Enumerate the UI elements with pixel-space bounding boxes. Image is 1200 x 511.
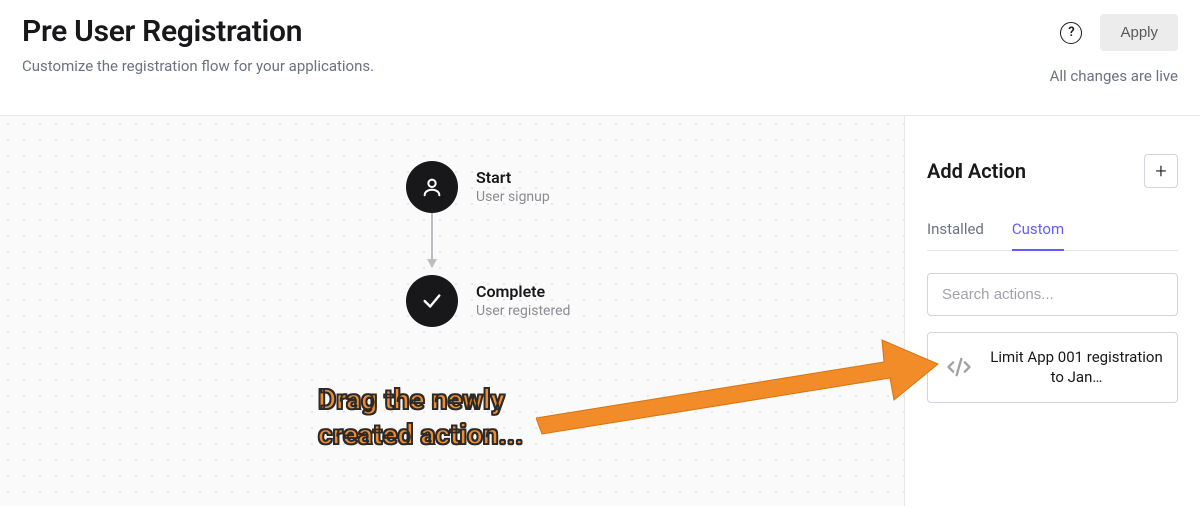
header-right: ? Apply All changes are live	[1050, 14, 1178, 85]
action-card[interactable]: Limit App 001 registration to Jan…	[927, 332, 1178, 403]
flow-node-start: Start User signup	[406, 161, 570, 213]
page-header: Pre User Registration Customize the regi…	[0, 0, 1200, 115]
tab-installed[interactable]: Installed	[927, 220, 984, 250]
annotation-line2: created action...	[318, 417, 523, 452]
status-text: All changes are live	[1050, 67, 1178, 85]
sidebar-tabs: Installed Custom	[927, 220, 1178, 251]
flow-node-complete-sub: User registered	[476, 302, 570, 320]
annotation-callout-text: Drag the newly created action...	[318, 382, 523, 452]
flow-node-start-text: Start User signup	[476, 168, 550, 205]
tab-custom[interactable]: Custom	[1012, 220, 1064, 250]
main-area: Start User signup Complete User register…	[0, 115, 1200, 506]
plus-icon: +	[1155, 159, 1166, 183]
header-actions: ? Apply	[1060, 14, 1178, 51]
annotation-line1: Drag the newly	[318, 382, 523, 417]
flow-node-complete-label: Complete	[476, 282, 570, 301]
page-subtitle: Customize the registration flow for your…	[22, 57, 374, 75]
sidebar-title: Add Action	[927, 159, 1026, 183]
flow-diagram: Start User signup Complete User register…	[406, 161, 570, 327]
help-icon[interactable]: ?	[1060, 22, 1082, 44]
add-action-button[interactable]: +	[1144, 154, 1178, 188]
flow-node-start-sub: User signup	[476, 188, 550, 206]
flow-node-complete-text: Complete User registered	[476, 282, 570, 319]
page-title: Pre User Registration	[22, 14, 374, 49]
code-icon	[942, 350, 976, 384]
action-card-title: Limit App 001 registration to Jan…	[990, 347, 1163, 388]
check-icon	[406, 275, 458, 327]
search-input[interactable]	[927, 273, 1178, 316]
flow-node-complete: Complete User registered	[406, 275, 570, 327]
flow-connector-arrow	[431, 213, 433, 267]
apply-button[interactable]: Apply	[1100, 14, 1178, 51]
flow-node-start-label: Start	[476, 168, 550, 187]
header-left: Pre User Registration Customize the regi…	[22, 14, 374, 75]
sidebar-header: Add Action +	[927, 154, 1178, 188]
action-sidebar: Add Action + Installed Custom Limit App …	[905, 116, 1200, 506]
user-icon	[406, 161, 458, 213]
